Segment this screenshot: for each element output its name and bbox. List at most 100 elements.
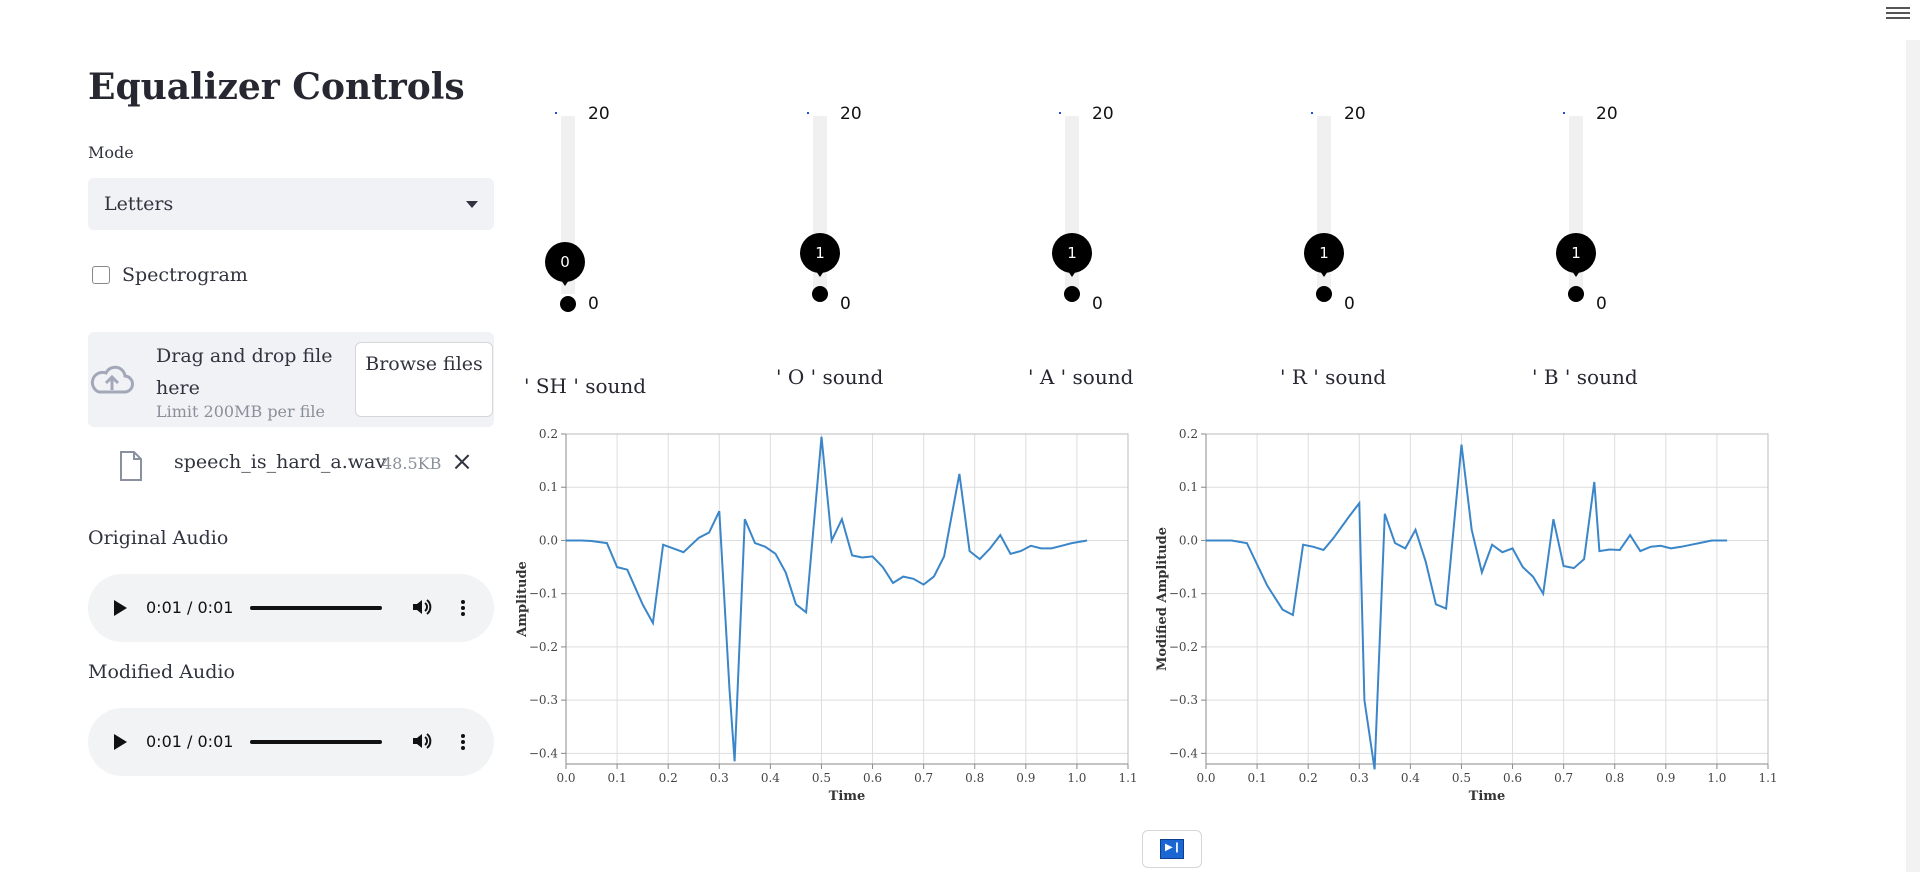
- play-icon[interactable]: [114, 734, 127, 750]
- x-tick-label: 0.5: [1452, 771, 1471, 785]
- x-tick-label: 0.8: [965, 771, 984, 785]
- slider-max-label: 20: [1596, 104, 1618, 124]
- modified-audio-player: 0:01 / 0:01: [88, 708, 494, 776]
- dropzone-limit: Limit 200MB per file: [156, 402, 326, 421]
- x-tick-label: 0.3: [710, 771, 729, 785]
- slider-handle[interactable]: [1064, 286, 1080, 302]
- y-tick-label: −0.4: [529, 746, 559, 760]
- y-tick-label: 0.1: [1179, 480, 1198, 494]
- amplitude-line: [566, 436, 1088, 762]
- slider-label-o: ' O ' sound: [776, 365, 884, 389]
- plot-frame: [1205, 433, 1769, 765]
- cloud-upload-icon: [90, 365, 134, 394]
- y-tick-label: 0.0: [1179, 533, 1198, 547]
- slider-sh[interactable]: 20 0 0: [540, 100, 660, 314]
- slider-min-label: 0: [588, 294, 599, 314]
- y-tick-label: −0.1: [1169, 587, 1198, 601]
- slider-handle[interactable]: [812, 286, 828, 302]
- page-scrollbar[interactable]: [1906, 40, 1920, 872]
- spectrogram-label: Spectrogram: [122, 264, 248, 286]
- slider-min-label: 0: [1344, 294, 1355, 314]
- plot-frame: [565, 433, 1129, 765]
- y-tick-label: −0.2: [1169, 640, 1198, 654]
- slider-handle[interactable]: [560, 296, 576, 312]
- slider-handle[interactable]: [1568, 286, 1584, 302]
- x-axis-title: Time: [1469, 789, 1506, 804]
- slider-b[interactable]: 20 1 0: [1548, 100, 1668, 314]
- x-tick-label: 0.8: [1605, 771, 1624, 785]
- x-axis-title: Time: [829, 789, 866, 804]
- modified-audio-time: 0:01 / 0:01: [146, 732, 234, 751]
- x-tick-label: 1.0: [1707, 771, 1726, 785]
- more-options-icon[interactable]: [460, 598, 466, 618]
- x-tick-label: 0.5: [812, 771, 831, 785]
- modified-audio-progress[interactable]: [250, 740, 382, 744]
- slider-label-sh: ' SH ' sound: [524, 374, 647, 398]
- original-audio-label: Original Audio: [88, 527, 229, 549]
- uploaded-file-row: speech_is_hard_a.wav 48.5KB ×: [88, 446, 494, 486]
- slider-label-a: ' A ' sound: [1028, 365, 1134, 389]
- slider-max-label: 20: [1092, 104, 1114, 124]
- y-tick-label: −0.2: [529, 640, 558, 654]
- browse-files-button[interactable]: Browse files: [355, 342, 493, 417]
- slider-value-bubble[interactable]: 1: [800, 233, 840, 281]
- mode-select-value: Letters: [104, 193, 174, 215]
- slider-value-bubble[interactable]: 1: [1052, 233, 1092, 281]
- page-title: Equalizer Controls: [88, 66, 465, 108]
- uploaded-file-size: 48.5KB: [382, 454, 442, 473]
- slider-handle[interactable]: [1316, 286, 1332, 302]
- y-tick-label: 0.2: [1179, 427, 1198, 441]
- slider-value-bubble[interactable]: 1: [1556, 233, 1596, 281]
- file-dropzone[interactable]: Drag and drop file here Limit 200MB per …: [88, 332, 494, 427]
- play-icon[interactable]: [114, 600, 127, 616]
- volume-icon[interactable]: [411, 730, 433, 752]
- y-axis-title: Amplitude: [515, 561, 530, 638]
- x-tick-label: 0.4: [1401, 771, 1420, 785]
- mode-select[interactable]: Letters: [88, 178, 494, 230]
- x-tick-label: 1.1: [1758, 771, 1777, 785]
- x-tick-label: 0.0: [1196, 771, 1215, 785]
- modified-audio-label: Modified Audio: [88, 661, 235, 683]
- more-options-icon[interactable]: [460, 732, 466, 752]
- volume-icon[interactable]: [411, 596, 433, 618]
- slider-min-label: 0: [840, 294, 851, 314]
- slider-o[interactable]: 20 1 0: [792, 100, 912, 314]
- play-pause-icon: ▶❙: [1160, 839, 1184, 859]
- slider-min-label: 0: [1596, 294, 1607, 314]
- x-tick-label: 0.7: [914, 771, 933, 785]
- uploaded-file-name: speech_is_hard_a.wav: [174, 451, 387, 473]
- spectrogram-checkbox[interactable]: [92, 266, 110, 284]
- slider-a[interactable]: 20 1 0: [1044, 100, 1164, 314]
- main-menu-button[interactable]: [1886, 4, 1910, 22]
- slider-max-label: 20: [840, 104, 862, 124]
- x-tick-label: 1.0: [1067, 771, 1086, 785]
- y-tick-label: −0.4: [1169, 746, 1199, 760]
- slider-label-b: ' B ' sound: [1532, 365, 1638, 389]
- x-tick-label: 0.9: [1016, 771, 1035, 785]
- y-axis-title: Modified Amplitude: [1155, 527, 1170, 671]
- slider-label-r: ' R ' sound: [1280, 365, 1386, 389]
- play-pause-button[interactable]: ▶❙: [1142, 830, 1202, 868]
- dropzone-text: Drag and drop file here: [156, 345, 333, 399]
- slider-max-label: 20: [588, 104, 610, 124]
- remove-file-close-icon[interactable]: ×: [450, 448, 474, 476]
- x-tick-label: 1.1: [1118, 771, 1137, 785]
- slider-r[interactable]: 20 1 0: [1296, 100, 1416, 314]
- x-tick-label: 0.3: [1350, 771, 1369, 785]
- x-tick-label: 0.1: [1248, 771, 1267, 785]
- y-tick-label: 0.0: [539, 533, 558, 547]
- x-tick-label: 0.7: [1554, 771, 1573, 785]
- slider-min-label: 0: [1092, 294, 1103, 314]
- mode-label: Mode: [88, 143, 134, 162]
- spectrogram-toggle[interactable]: Spectrogram: [92, 264, 248, 286]
- modified-amplitude-chart: 0.0 0.1 0.2 0.3 0.4 0.5 0.6 0.7 0.8 0.9 1.0 1.1 0.2 0…: [1150, 420, 1778, 824]
- y-tick-label: −0.3: [529, 693, 558, 707]
- x-tick-label: 0.0: [556, 771, 575, 785]
- file-icon: [120, 451, 142, 481]
- original-audio-progress[interactable]: [250, 606, 382, 610]
- x-tick-label: 0.2: [659, 771, 678, 785]
- slider-value-bubble[interactable]: 1: [1304, 233, 1344, 281]
- slider-max-label: 20: [1344, 104, 1366, 124]
- slider-value-bubble[interactable]: 0: [545, 242, 585, 290]
- original-audio-time: 0:01 / 0:01: [146, 598, 234, 617]
